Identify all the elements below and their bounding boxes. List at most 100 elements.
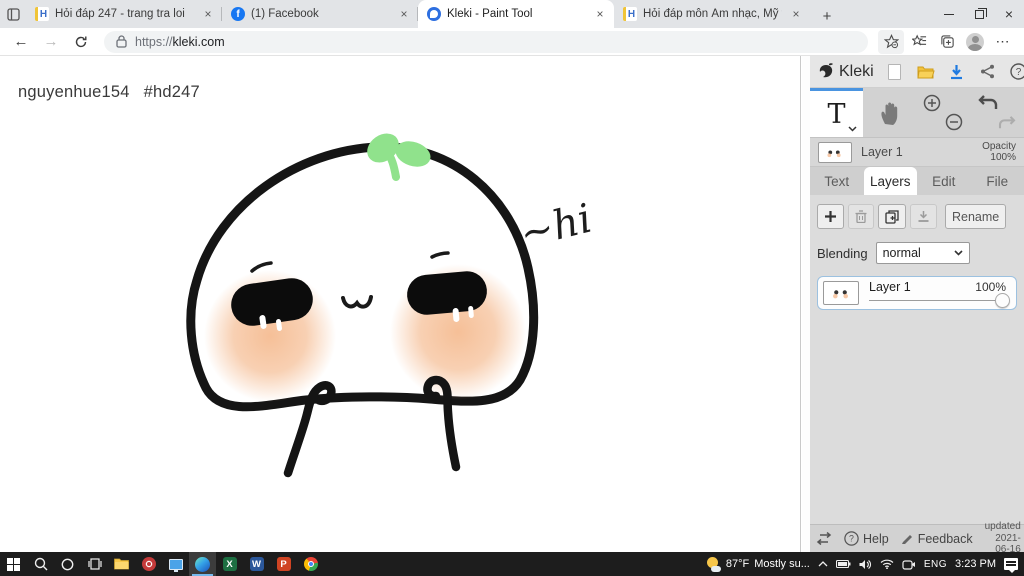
tray-expand-chevron[interactable] — [818, 561, 828, 567]
opacity-slider-track[interactable] — [869, 299, 1002, 301]
canvas-panel-gutter — [802, 56, 810, 552]
download-save-icon[interactable] — [948, 63, 966, 81]
url-host: kleki.com — [172, 34, 225, 49]
clock[interactable]: 3:23 PM — [955, 558, 996, 570]
rename-layer-button[interactable]: Rename — [945, 204, 1007, 229]
collections-icon[interactable] — [934, 30, 960, 54]
new-image-icon[interactable] — [886, 63, 904, 81]
tab-edit[interactable]: Edit — [917, 167, 971, 195]
tab-close-icon[interactable]: × — [788, 6, 804, 22]
file-explorer-icon — [114, 558, 129, 570]
favorite-star-icon[interactable] — [878, 29, 904, 54]
word-taskbar-button[interactable]: W — [243, 552, 270, 576]
forward-button[interactable]: → — [38, 30, 64, 54]
tab-title: Kleki - Paint Tool — [447, 8, 533, 20]
kleki-logo-icon — [819, 62, 833, 77]
tab-close-icon[interactable]: × — [592, 6, 608, 22]
weather-widget[interactable]: 87°F Mostly su... — [706, 556, 810, 572]
display-app-button[interactable] — [162, 552, 189, 576]
powerpoint-icon: P — [276, 557, 291, 571]
opacity-slider-knob[interactable] — [995, 293, 1010, 308]
duplicate-layer-button[interactable] — [878, 204, 906, 229]
search-icon — [34, 557, 47, 571]
kleki-favicon — [427, 7, 441, 21]
tab-layers[interactable]: Layers — [863, 167, 917, 195]
panel-footer: ? Help Feedback updated 2021-06-16 — [810, 521, 1024, 555]
delete-layer-button[interactable] — [848, 204, 874, 229]
zoom-out-icon[interactable] — [945, 113, 963, 131]
back-button[interactable]: ← — [8, 30, 34, 54]
share-icon[interactable] — [979, 63, 997, 81]
restore-button[interactable] — [964, 0, 994, 28]
blending-select[interactable]: normal — [875, 242, 970, 264]
task-view-button[interactable] — [81, 552, 108, 576]
taskbar-search-button[interactable] — [27, 552, 54, 576]
tab-hoidap247[interactable]: H Hỏi đáp 247 - trang tra loi × — [26, 0, 222, 28]
speaker-icon[interactable] — [859, 559, 872, 570]
tab-close-icon[interactable]: × — [200, 6, 216, 22]
character-drawing: ~hi — [186, 133, 596, 478]
hand-tool-button[interactable] — [863, 88, 916, 137]
avatar — [966, 32, 984, 51]
tab-facebook[interactable]: f (1) Facebook × — [222, 0, 418, 28]
zoom-in-icon[interactable] — [923, 94, 941, 112]
help-circle-icon[interactable]: ? — [1010, 63, 1024, 81]
undo-icon[interactable] — [978, 95, 998, 111]
file-explorer-button[interactable] — [108, 552, 135, 576]
powerpoint-taskbar-button[interactable]: P — [270, 552, 297, 576]
active-layer-info: Layer 1 Opacity 100% — [810, 138, 1024, 167]
history-tools — [970, 88, 1024, 137]
browser-titlebar: H Hỏi đáp 247 - trang tra loi × f (1) Fa… — [0, 0, 1024, 28]
battery-icon[interactable] — [835, 559, 851, 569]
language-indicator[interactable]: ENG — [924, 559, 947, 570]
layer-name: Layer 1 — [869, 280, 911, 294]
tool-row: T — [810, 88, 1024, 138]
tab-file[interactable]: File — [971, 167, 1024, 195]
tab-hoidap-amnhac[interactable]: H Hỏi đáp môn Âm nhạc, Mỹ thuật × — [614, 0, 810, 28]
kleki-header: Kleki ? — [810, 56, 1024, 88]
settings-more-icon[interactable]: ⋯ — [990, 30, 1016, 54]
text-tool-button[interactable]: T — [810, 88, 863, 137]
help-link[interactable]: ? Help — [844, 531, 889, 546]
lock-icon — [116, 35, 127, 48]
add-layer-button[interactable] — [817, 204, 844, 229]
swap-colors-icon[interactable] — [816, 532, 832, 545]
feedback-link[interactable]: Feedback — [901, 532, 973, 546]
profile-avatar[interactable] — [962, 30, 988, 54]
tab-text[interactable]: Text — [810, 167, 864, 195]
favorites-list-icon[interactable] — [906, 30, 932, 54]
merge-layer-button[interactable] — [910, 204, 937, 229]
excel-taskbar-button[interactable]: X — [216, 552, 243, 576]
red-swirl-app-button[interactable] — [135, 552, 162, 576]
close-button[interactable]: × — [994, 0, 1024, 28]
trash-icon — [855, 210, 867, 223]
layer-row-1[interactable]: Layer 1 100% — [817, 276, 1017, 310]
wifi-icon[interactable] — [880, 559, 894, 569]
svg-text:?: ? — [1016, 67, 1022, 78]
updated-stamp: updated 2021-06-16 — [984, 521, 1021, 556]
start-button[interactable] — [0, 552, 27, 576]
task-view-icon — [87, 558, 102, 570]
windows-logo-icon — [7, 557, 20, 571]
url-field[interactable]: https://kleki.com — [104, 30, 868, 53]
open-file-icon[interactable] — [917, 63, 935, 81]
chrome-taskbar-button[interactable] — [297, 552, 324, 576]
kleki-drawing-canvas[interactable]: nguyenhue154 #hd247 ~hi — [0, 56, 801, 552]
edge-taskbar-button[interactable] — [189, 552, 216, 576]
cortana-button[interactable] — [54, 552, 81, 576]
tab-actions-menu-icon[interactable] — [0, 0, 26, 28]
kleki-app-name: Kleki — [839, 62, 874, 80]
redo-icon[interactable] — [998, 116, 1016, 130]
new-tab-button[interactable]: + — [814, 4, 840, 28]
meet-now-icon[interactable] — [902, 559, 916, 570]
artist-tag: #hd247 — [143, 83, 200, 101]
blending-label: Blending — [817, 245, 868, 261]
action-center-icon[interactable] — [1004, 558, 1018, 573]
tab-kleki-active[interactable]: Kleki - Paint Tool × — [418, 0, 614, 28]
tab-title: Hỏi đáp 247 - trang tra loi — [55, 8, 185, 20]
minimize-button[interactable] — [934, 0, 964, 28]
refresh-button[interactable] — [68, 30, 94, 54]
tab-close-icon[interactable]: × — [396, 6, 412, 22]
address-bar: ← → https://kleki.com ⋯ — [0, 28, 1024, 56]
layer-thumbnail[interactable] — [818, 141, 852, 163]
